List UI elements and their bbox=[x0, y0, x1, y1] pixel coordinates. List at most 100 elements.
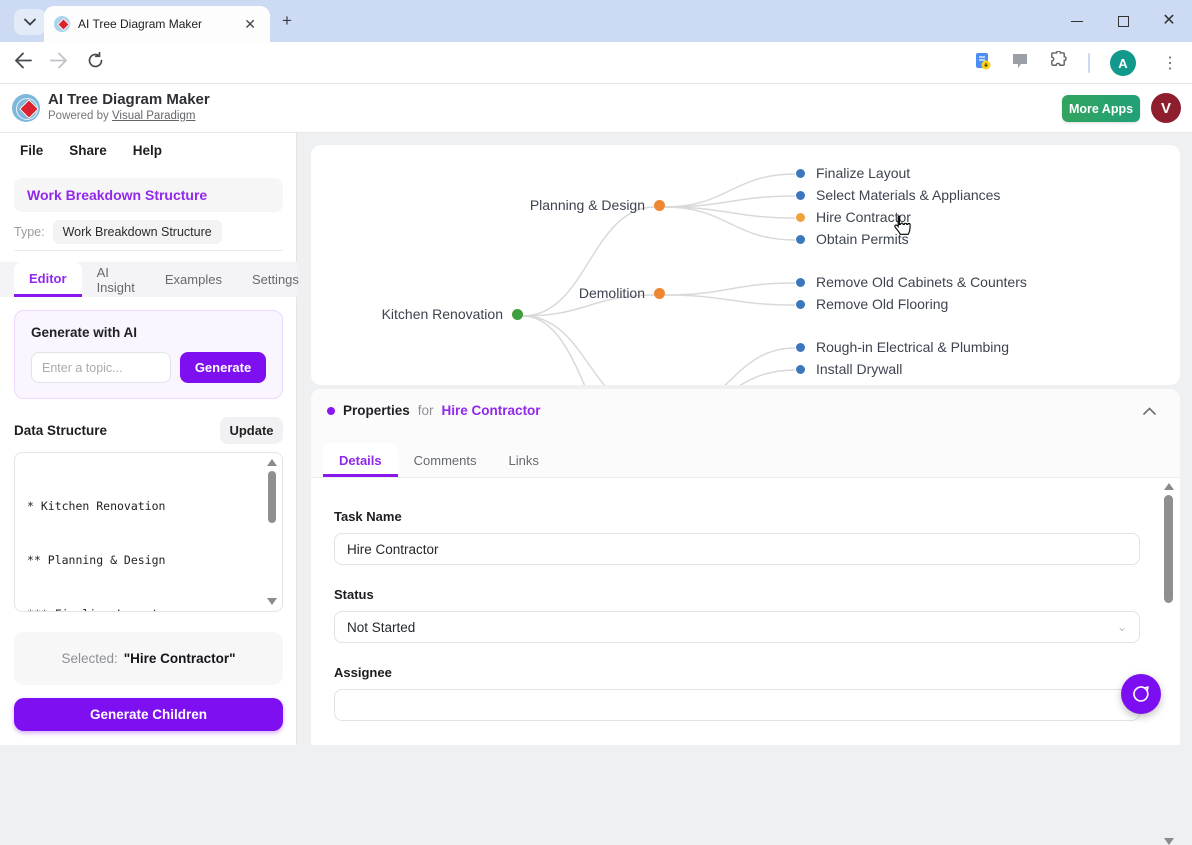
tree-node-branch[interactable]: Demolition bbox=[579, 285, 665, 301]
new-tab-button[interactable]: + bbox=[282, 11, 292, 31]
scroll-up-icon[interactable] bbox=[1164, 483, 1174, 490]
type-value: Work Breakdown Structure bbox=[53, 220, 222, 244]
selected-label: Selected: bbox=[61, 651, 117, 666]
tree-node-leaf[interactable]: Select Materials & Appliances bbox=[796, 187, 1000, 203]
document-title: Work Breakdown Structure bbox=[27, 187, 207, 203]
chat-bubble-icon bbox=[1131, 684, 1151, 704]
tree-node-leaf[interactable]: Install Drywall bbox=[796, 361, 902, 377]
tab-ai-insight[interactable]: AI Insight bbox=[82, 262, 150, 297]
chat-fab-button[interactable] bbox=[1121, 674, 1161, 714]
user-avatar[interactable]: V bbox=[1151, 93, 1181, 123]
tab-settings[interactable]: Settings bbox=[237, 262, 314, 297]
node-label: Select Materials & Appliances bbox=[816, 187, 1000, 203]
node-dot-icon[interactable] bbox=[654, 288, 665, 299]
tree-node-leaf[interactable]: Finalize Layout bbox=[796, 165, 910, 181]
reload-button[interactable] bbox=[87, 52, 104, 74]
sidebar: File Share Help Work Breakdown Structure… bbox=[0, 133, 297, 745]
type-label: Type: bbox=[14, 225, 45, 239]
tab-links[interactable]: Links bbox=[493, 443, 555, 477]
document-title-box[interactable]: Work Breakdown Structure bbox=[14, 178, 283, 212]
generate-children-button[interactable]: Generate Children bbox=[14, 698, 283, 731]
node-label: Install Drywall bbox=[816, 361, 902, 377]
tree-node-leaf[interactable]: Rough-in Electrical & Plumbing bbox=[796, 339, 1009, 355]
menu-share[interactable]: Share bbox=[69, 143, 107, 158]
node-dot-icon[interactable] bbox=[796, 300, 805, 309]
node-dot-icon[interactable] bbox=[796, 278, 805, 287]
chevron-down-icon: ⌄ bbox=[1117, 620, 1127, 634]
visual-paradigm-link[interactable]: Visual Paradigm bbox=[112, 110, 196, 122]
node-dot-icon[interactable] bbox=[796, 213, 805, 222]
node-dot-icon[interactable] bbox=[796, 169, 805, 178]
task-name-label: Task Name bbox=[334, 509, 1140, 524]
scrollbar-thumb[interactable] bbox=[268, 471, 276, 523]
node-dot-icon[interactable] bbox=[796, 235, 805, 244]
back-button[interactable] bbox=[14, 52, 32, 73]
visual-paradigm-logo-icon bbox=[12, 94, 40, 122]
topic-input[interactable] bbox=[31, 352, 171, 383]
extensions-puzzle-icon[interactable] bbox=[1049, 51, 1068, 75]
properties-tabs: Details Comments Links bbox=[323, 443, 555, 477]
update-button[interactable]: Update bbox=[220, 417, 283, 444]
tree-node-leaf-selected[interactable]: Hire Contractor bbox=[796, 209, 911, 225]
properties-scrollbar[interactable] bbox=[1162, 483, 1176, 741]
more-apps-button[interactable]: More Apps bbox=[1062, 95, 1140, 122]
tab-comments[interactable]: Comments bbox=[398, 443, 493, 477]
tab-details[interactable]: Details bbox=[323, 443, 398, 477]
task-name-field[interactable]: Hire Contractor bbox=[334, 533, 1140, 565]
tree-node-branch[interactable]: Planning & Design bbox=[530, 197, 665, 213]
collapse-panel-button[interactable] bbox=[1143, 403, 1156, 418]
node-dot-icon[interactable] bbox=[796, 365, 805, 374]
scroll-down-icon[interactable] bbox=[1164, 838, 1174, 845]
data-structure-title: Data Structure bbox=[14, 423, 107, 438]
feedback-extension-icon[interactable] bbox=[1011, 52, 1029, 74]
minimize-icon bbox=[1071, 21, 1083, 22]
node-dot-icon[interactable] bbox=[796, 343, 805, 352]
tab-examples[interactable]: Examples bbox=[150, 262, 237, 297]
tree-node-leaf[interactable]: Obtain Permits bbox=[796, 231, 909, 247]
app-title: AI Tree Diagram Maker bbox=[48, 91, 210, 108]
node-label: Remove Old Flooring bbox=[816, 296, 948, 312]
tree-node-root[interactable]: Kitchen Renovation bbox=[382, 306, 523, 322]
tab-search-button[interactable] bbox=[14, 9, 46, 35]
minimize-button[interactable] bbox=[1054, 0, 1100, 42]
menu-file[interactable]: File bbox=[20, 143, 43, 158]
node-dot-icon[interactable] bbox=[796, 191, 805, 200]
properties-panel: Properties for Hire Contractor Details C… bbox=[311, 389, 1180, 745]
data-structure-textarea[interactable]: * Kitchen Renovation ** Planning & Desig… bbox=[14, 452, 283, 612]
menu-help[interactable]: Help bbox=[133, 143, 162, 158]
status-select[interactable]: Not Started ⌄ bbox=[334, 611, 1140, 643]
scroll-up-icon[interactable] bbox=[267, 459, 277, 466]
reading-extension-icon[interactable] bbox=[973, 52, 991, 75]
tree-node-leaf[interactable]: Remove Old Cabinets & Counters bbox=[796, 274, 1027, 290]
close-button[interactable]: ✕ bbox=[1146, 0, 1192, 42]
browser-toolbar: ai-toolbox.visual-paradigm.com/app/ai-tr… bbox=[0, 42, 1192, 84]
generate-button[interactable]: Generate bbox=[180, 352, 266, 383]
app-header: AI Tree Diagram Maker Powered by Visual … bbox=[0, 84, 1192, 133]
browser-tab[interactable]: AI Tree Diagram Maker ✕ bbox=[44, 6, 270, 42]
node-label: Hire Contractor bbox=[816, 209, 911, 225]
chevron-up-icon bbox=[1143, 407, 1156, 415]
generate-with-ai-panel: Generate with AI Generate bbox=[14, 310, 283, 399]
node-label: Planning & Design bbox=[530, 197, 645, 213]
generate-with-ai-title: Generate with AI bbox=[31, 325, 266, 340]
textarea-scrollbar[interactable] bbox=[266, 457, 278, 607]
assignee-field[interactable] bbox=[334, 689, 1140, 721]
browser-menu-icon[interactable]: ⋮ bbox=[1162, 53, 1178, 73]
forward-button[interactable] bbox=[50, 52, 68, 73]
tab-title: AI Tree Diagram Maker bbox=[78, 17, 240, 31]
maximize-button[interactable] bbox=[1100, 0, 1146, 42]
tree-node-leaf[interactable]: Remove Old Flooring bbox=[796, 296, 948, 312]
scroll-down-icon[interactable] bbox=[267, 598, 277, 605]
browser-profile-avatar[interactable]: A bbox=[1110, 50, 1136, 76]
diagram-canvas[interactable]: Kitchen Renovation Planning & Design Dem… bbox=[311, 145, 1180, 385]
chevron-down-icon bbox=[24, 18, 36, 26]
properties-bullet-icon bbox=[327, 407, 335, 415]
scrollbar-thumb[interactable] bbox=[1164, 495, 1173, 603]
maximize-icon bbox=[1118, 16, 1129, 27]
node-dot-icon[interactable] bbox=[512, 309, 523, 320]
tab-close-icon[interactable]: ✕ bbox=[240, 14, 260, 35]
node-label: Kitchen Renovation bbox=[382, 306, 503, 322]
node-dot-icon[interactable] bbox=[654, 200, 665, 211]
tab-editor[interactable]: Editor bbox=[14, 262, 82, 297]
browser-titlebar: AI Tree Diagram Maker ✕ + ✕ bbox=[0, 0, 1192, 42]
